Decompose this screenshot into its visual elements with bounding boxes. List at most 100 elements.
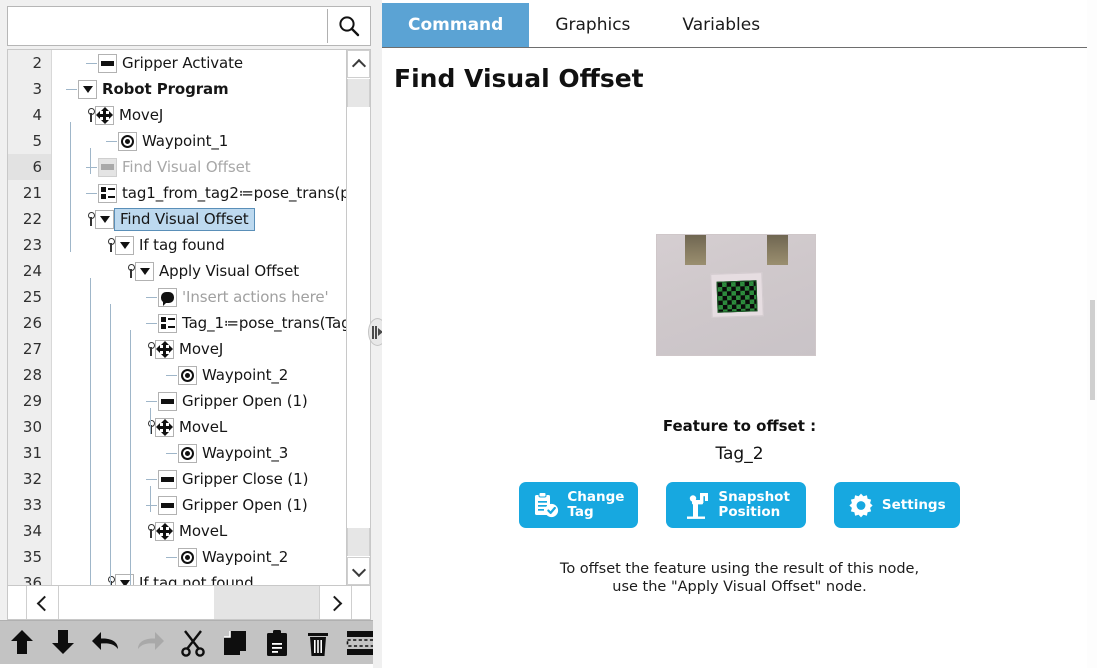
line-number: 27 [8,336,52,362]
suppression-pin-icon [146,523,155,539]
tree-row-content[interactable]: Find Visual Offset [52,206,370,232]
tree-row[interactable]: 22 Find Visual Offset [8,206,370,232]
tree-row-label: MoveL [179,418,228,436]
search-button[interactable] [328,7,370,45]
scroll-right-button[interactable] [319,586,352,619]
tree-row[interactable]: 27 MoveJ [8,336,370,362]
checkerboard-pattern-icon [716,280,758,313]
tree-row[interactable]: 3 Robot Program [8,76,370,102]
redo-button[interactable] [135,627,165,659]
tree-row-content[interactable]: tag1_from_tag2≔pose_trans(po [52,180,370,206]
scrollbar-thumb-lower[interactable] [347,528,370,556]
search-input[interactable] [8,8,327,44]
tree-row[interactable]: 28 Waypoint_2 [8,362,370,388]
tree-row-label: If tag found [139,236,225,254]
program-tree[interactable]: 2 Gripper Activate 3 Robot Program 4 MoveJ 5 Wa… [7,49,371,586]
chevron-down-icon [353,566,364,577]
tree-row-content[interactable]: MoveL [52,518,370,544]
tree-row-content[interactable]: MoveJ [52,102,370,128]
line-number: 24 [8,258,52,284]
panel-vertical-scrollbar[interactable] [1087,0,1097,668]
tree-row[interactable]: 30 MoveL [8,414,370,440]
tree-horizontal-scrollbar[interactable] [7,585,371,620]
collapse-triangle-icon[interactable] [135,261,154,281]
tree-row-content[interactable]: Gripper Open (1) [52,492,370,518]
command-panel-body: Find Visual Offset Feature to offset : T… [382,48,1097,668]
tree-row-content[interactable]: If tag not found [52,570,370,585]
move-up-button[interactable] [8,627,36,659]
tab-variables[interactable]: Variables [656,3,787,47]
tab-command[interactable]: Command [382,3,530,47]
tree-row[interactable]: 2 Gripper Activate [8,50,370,76]
tree-row-content[interactable]: Gripper Activate [52,50,370,76]
change-tag-button[interactable]: Change Tag [519,482,639,528]
tree-row-content[interactable]: 'Insert actions here' [52,284,370,310]
tree-branch-line [146,296,157,298]
preview-tag-card [710,272,764,318]
tree-row-content[interactable]: Tag_1≔pose_trans(Tag_2 [52,310,370,336]
snapshot-position-button[interactable]: Snapshot Position [666,482,806,528]
tree-vertical-scrollbar[interactable] [346,50,370,585]
tree-row-content[interactable]: Gripper Close (1) [52,466,370,492]
tree-row[interactable]: 21 tag1_from_tag2≔pose_trans(po [8,180,370,206]
hscroll-thumb[interactable] [59,586,214,619]
scroll-down-button[interactable] [347,557,370,585]
undo-button[interactable] [91,627,121,659]
tree-row-content[interactable]: MoveJ [52,336,370,362]
tree-row-content[interactable]: Waypoint_1 [52,128,370,154]
scroll-up-button[interactable] [347,50,370,78]
tree-row[interactable]: 32 Gripper Close (1) [8,466,370,492]
line-number: 34 [8,518,52,544]
tree-branch-line [66,88,77,90]
tree-row[interactable]: 34 MoveL [8,518,370,544]
tree-row[interactable]: 4 MoveJ [8,102,370,128]
suppress-button[interactable] [346,627,376,659]
copy-button[interactable] [221,627,249,659]
move-down-button[interactable] [50,627,78,659]
tree-row[interactable]: 26 Tag_1≔pose_trans(Tag_2 [8,310,370,336]
tree-row-content[interactable]: If tag found [52,232,370,258]
tree-row-label: Gripper Activate [122,54,244,72]
tree-row[interactable]: 35 Waypoint_2 [8,544,370,570]
tree-row-content[interactable]: Gripper Open (1) [52,388,370,414]
tree-row[interactable]: 24 Apply Visual Offset [8,258,370,284]
arrow-down-icon [52,630,75,654]
arrow-up-icon [10,630,33,654]
cut-button[interactable] [179,627,207,659]
tree-row-content[interactable]: Robot Program [52,76,370,102]
gripper-bar-icon [158,495,177,515]
collapse-triangle-icon[interactable] [78,79,97,99]
paste-button[interactable] [263,627,291,659]
scrollbar-thumb-upper[interactable] [347,79,370,107]
tree-row-content[interactable]: Waypoint_2 [52,362,370,388]
hscroll-remainder[interactable] [214,586,319,619]
tree-row[interactable]: 23 If tag found [8,232,370,258]
tree-row[interactable]: 36 If tag not found [8,570,370,585]
scroll-left-button[interactable] [26,586,59,619]
tree-row-label: Waypoint_2 [202,548,289,566]
settings-button[interactable]: Settings [833,482,960,528]
tree-row[interactable]: 33 Gripper Open (1) [8,492,370,518]
tree-row-content[interactable]: Apply Visual Offset [52,258,370,284]
panel-splitter[interactable] [368,0,387,668]
tree-branch-line [146,504,157,506]
tree-row[interactable]: 6 Find Visual Offset [8,154,370,180]
tree-row-content[interactable]: Waypoint_3 [52,440,370,466]
tree-row-content[interactable]: Find Visual Offset [52,154,370,180]
tree-row[interactable]: 5 Waypoint_1 [8,128,370,154]
tree-row[interactable]: 25 'Insert actions here' [8,284,370,310]
search-box[interactable] [7,6,371,46]
hscroll-track[interactable] [59,586,319,619]
tree-row-content[interactable]: Waypoint_2 [52,544,370,570]
collapse-triangle-icon[interactable] [95,209,114,229]
delete-button[interactable] [304,627,332,659]
tab-graphics[interactable]: Graphics [529,3,657,47]
move-cross-icon [155,417,174,437]
assignment-icon [98,183,117,203]
tree-row[interactable]: 29 Gripper Open (1) [8,388,370,414]
tree-row-content[interactable]: MoveL [52,414,370,440]
scissors-icon [181,629,205,657]
tree-row[interactable]: 31 Waypoint_3 [8,440,370,466]
panel-scrollbar-thumb[interactable] [1090,300,1095,400]
collapse-triangle-icon[interactable] [115,235,134,255]
